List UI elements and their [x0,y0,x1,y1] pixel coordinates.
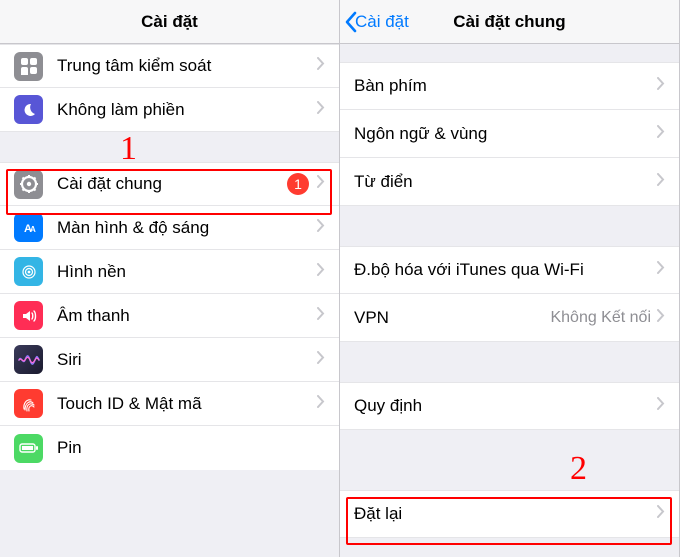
display-icon: AA [14,213,43,242]
row-label: Cài đặt chung [57,174,287,194]
nav-title-right: Cài đặt chung [453,12,565,32]
row-label: Bàn phím [354,76,657,96]
settings-list-right: Bàn phím Ngôn ngữ & vùng Từ điển Đ.bộ hó… [340,44,679,538]
row-do-not-disturb[interactable]: Không làm phiền [0,88,339,132]
row-control-center[interactable]: Trung tâm kiểm soát [0,44,339,88]
row-display[interactable]: AA Màn hình & độ sáng [0,206,339,250]
row-dictionary[interactable]: Từ điển [340,158,679,206]
chevron-right-icon [317,307,325,325]
control-center-icon [14,52,43,81]
row-general[interactable]: Cài đặt chung 1 [0,162,339,206]
row-label: Pin [57,438,325,458]
chevron-right-icon [317,351,325,369]
row-label: Hình nền [57,262,317,282]
moon-icon [14,95,43,124]
navbar-right: Cài đặt Cài đặt chung [340,0,679,44]
back-label: Cài đặt [355,12,409,32]
row-battery[interactable]: Pin [0,426,339,470]
nav-title-left: Cài đặt [141,12,198,32]
section-gap [340,206,679,246]
row-label: Siri [57,350,317,370]
row-label: Đ.bộ hóa với iTunes qua Wi-Fi [354,260,657,280]
wallpaper-icon [14,257,43,286]
row-itunes-wifi-sync[interactable]: Đ.bộ hóa với iTunes qua Wi-Fi [340,246,679,294]
chevron-right-icon [317,101,325,119]
chevron-right-icon [317,57,325,75]
fingerprint-icon [14,389,43,418]
row-reset[interactable]: Đặt lại [340,490,679,538]
row-label: Màn hình & độ sáng [57,218,317,238]
row-label: Âm thanh [57,306,317,326]
row-label: Ngôn ngữ & vùng [354,124,657,144]
chevron-right-icon [317,395,325,413]
row-vpn[interactable]: VPN Không Kết nối [340,294,679,342]
row-label: Quy định [354,396,657,416]
siri-icon [14,345,43,374]
row-label: Không làm phiền [57,100,317,120]
row-label: Từ điển [354,172,657,192]
notification-badge: 1 [287,173,309,195]
row-touchid[interactable]: Touch ID & Mật mã [0,382,339,426]
chevron-right-icon [657,77,665,95]
section-gap [0,132,339,162]
row-label: Touch ID & Mật mã [57,394,317,414]
chevron-right-icon [657,261,665,279]
section-gap [340,430,679,490]
section-gap [340,342,679,382]
row-wallpaper[interactable]: Hình nền [0,250,339,294]
row-label: Đặt lại [354,504,657,524]
chevron-right-icon [657,125,665,143]
navbar-left: Cài đặt [0,0,339,44]
row-label: Trung tâm kiểm soát [57,56,317,76]
chevron-right-icon [657,309,665,327]
chevron-right-icon [317,219,325,237]
chevron-right-icon [657,173,665,191]
svg-text:A: A [30,225,36,234]
section-gap [340,44,679,62]
chevron-right-icon [657,397,665,415]
vpn-status: Không Kết nối [550,309,651,327]
back-button[interactable]: Cài đặt [344,11,409,33]
battery-icon [14,434,43,463]
gear-icon [14,170,43,199]
chevron-right-icon [317,263,325,281]
row-siri[interactable]: Siri [0,338,339,382]
row-keyboard[interactable]: Bàn phím [340,62,679,110]
settings-pane-left: Cài đặt Trung tâm kiểm soát Không làm ph… [0,0,340,557]
speaker-icon [14,301,43,330]
row-language-region[interactable]: Ngôn ngữ & vùng [340,110,679,158]
settings-pane-right: Cài đặt Cài đặt chung Bàn phím Ngôn ngữ … [340,0,680,557]
row-sounds[interactable]: Âm thanh [0,294,339,338]
chevron-right-icon [657,505,665,523]
chevron-right-icon [317,175,325,193]
row-label: VPN [354,308,550,328]
row-regulatory[interactable]: Quy định [340,382,679,430]
settings-list-left: Trung tâm kiểm soát Không làm phiền Cài … [0,44,339,470]
